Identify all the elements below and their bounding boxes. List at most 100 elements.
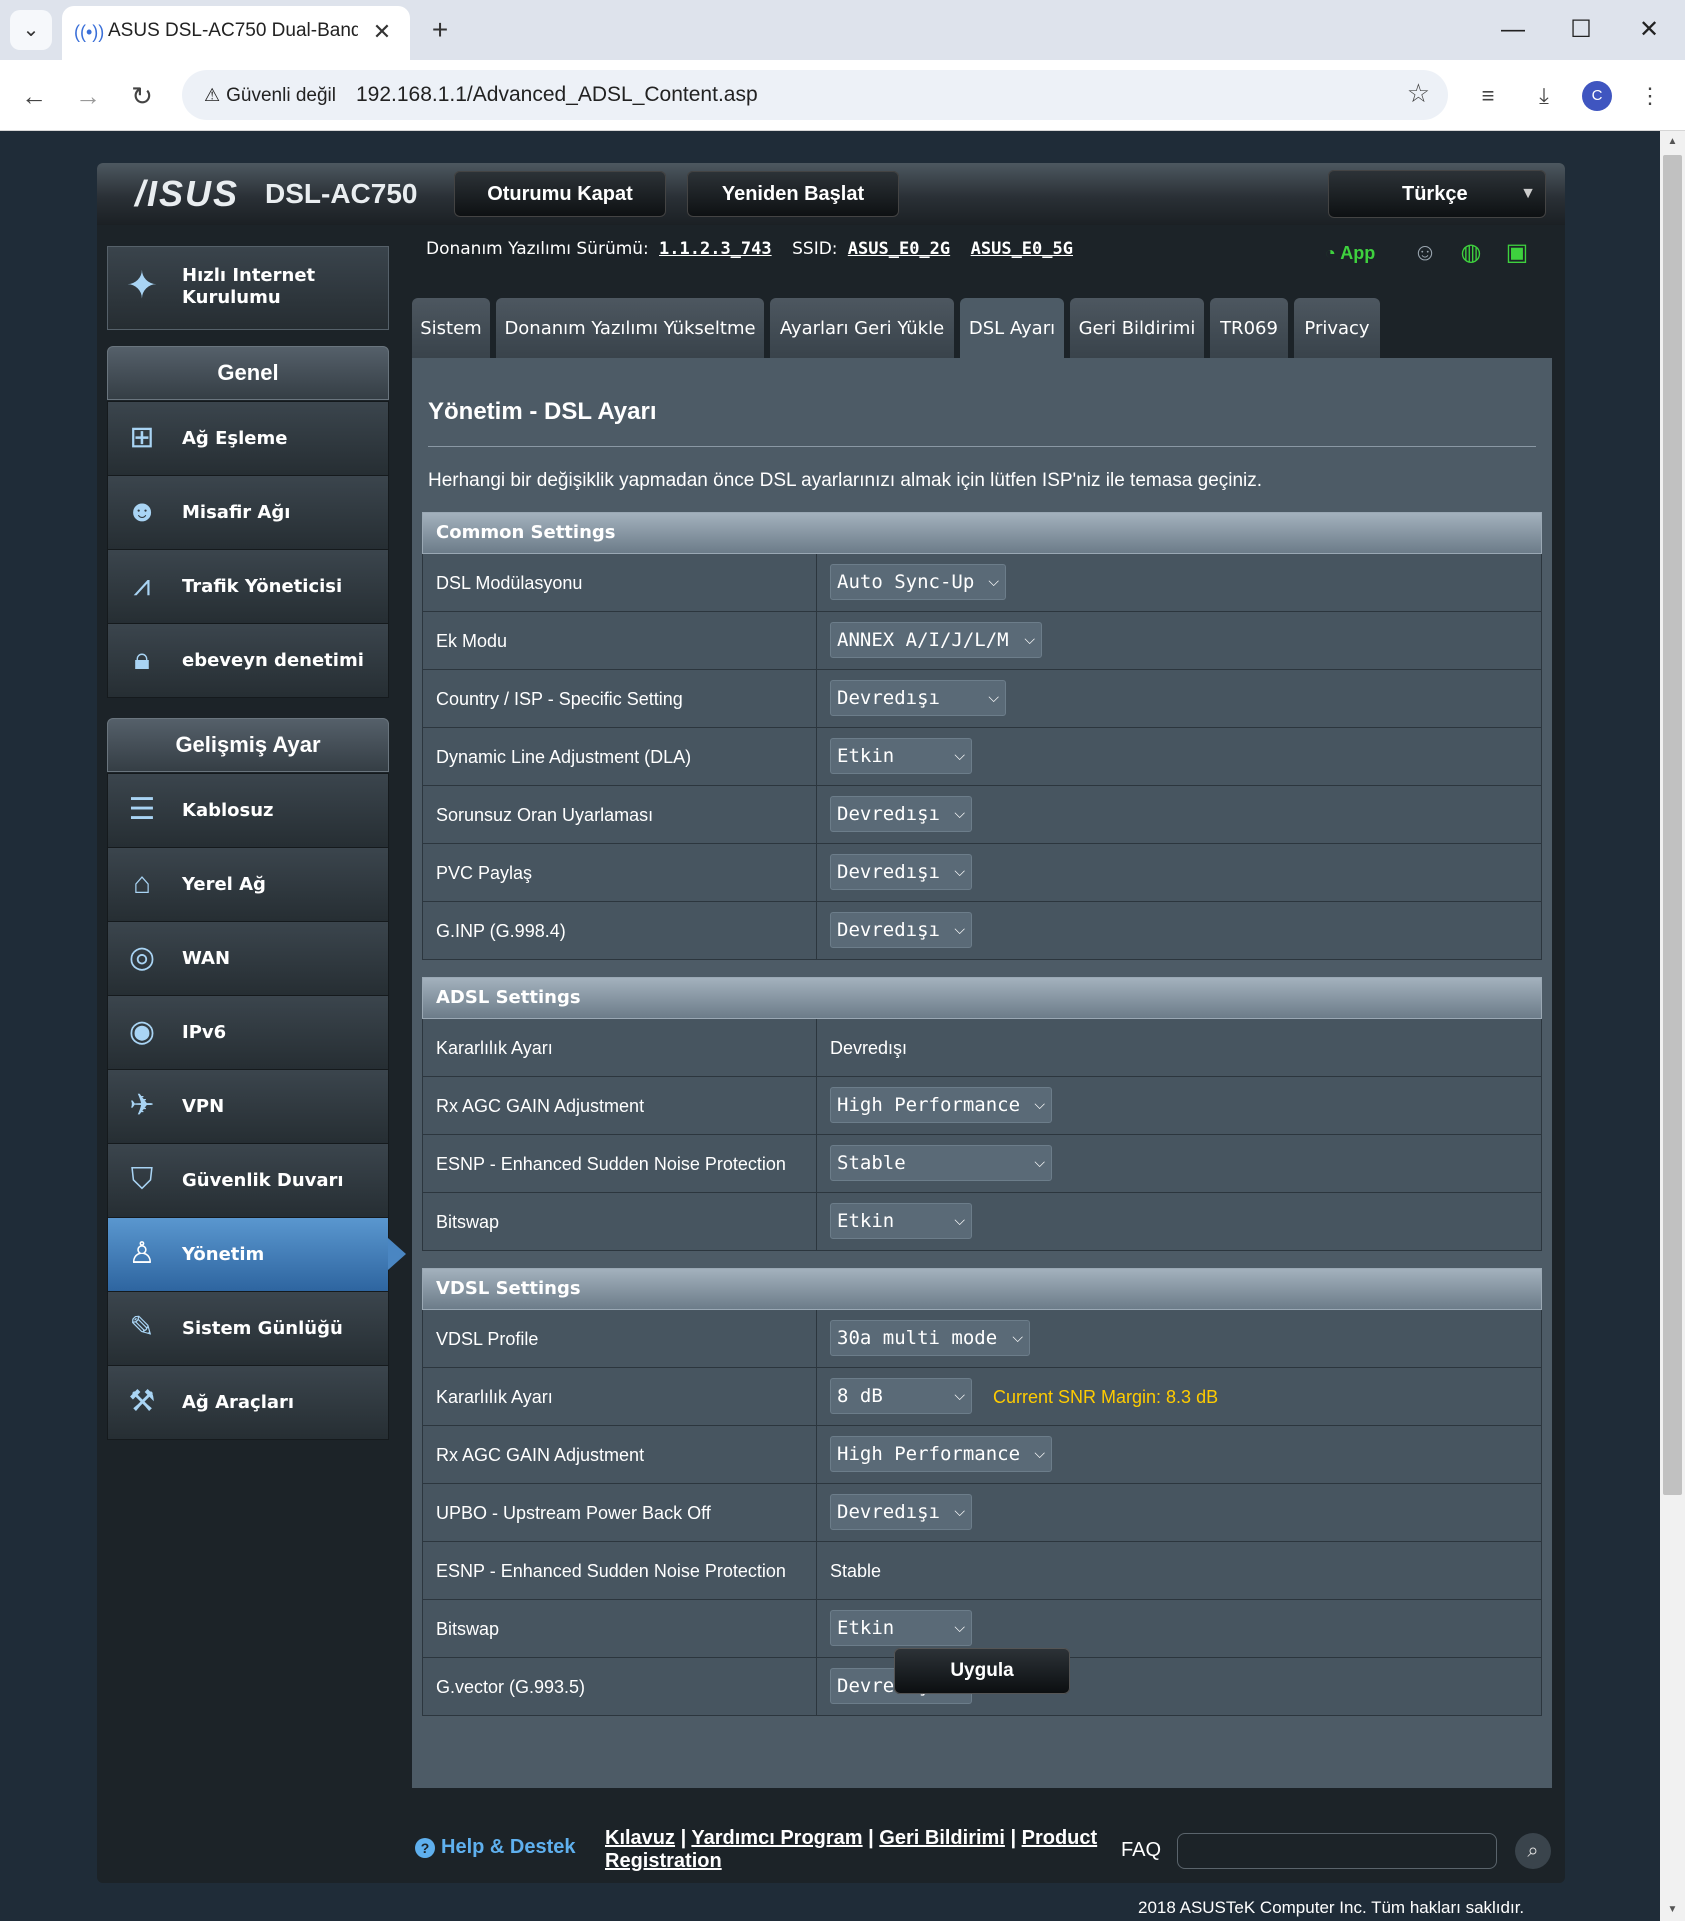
tab-system[interactable]: Sistem (412, 298, 490, 360)
utility-link[interactable]: Yardımcı Program (691, 1827, 862, 1849)
broadcast-icon: ((•)) (74, 22, 105, 42)
setting-label: ESNP - Enhanced Sudden Noise Protection (436, 1561, 786, 1581)
sidebar-item-guest-network[interactable]: ☻ Misafir Ağı (107, 475, 389, 550)
vdsl-upbo-select[interactable]: Devredışı ⌵ (830, 1494, 972, 1530)
more-menu-icon[interactable]: ⋮ (1632, 78, 1668, 114)
address-bar[interactable]: ⚠ Güvenli değil 192.168.1.1/Advanced_ADSL… (182, 70, 1448, 120)
sidebar-item-administration[interactable]: ♙ Yönetim (107, 1217, 406, 1292)
maximize-icon[interactable]: ☐ (1556, 12, 1606, 48)
sidebar-item-firewall[interactable]: ⛉ Güvenlik Duvarı (107, 1143, 389, 1218)
tab-close-icon[interactable]: ✕ (368, 18, 396, 46)
download-icon[interactable]: ⤓ (1526, 78, 1562, 114)
adsl-bitswap-select[interactable]: Etkin ⌵ (830, 1203, 972, 1239)
seamless-rate-select[interactable]: Devredışı ⌵ (830, 796, 972, 832)
chevron-down-icon: ⌵ (1034, 1097, 1045, 1113)
pvc-share-select[interactable]: Devredışı ⌵ (830, 854, 972, 890)
sidebar-item-wan[interactable]: ◎ WAN (107, 921, 389, 996)
clients-icon[interactable]: ☺ (1409, 237, 1441, 269)
footer-links: Kılavuz | Yardımcı Program | Geri Bildir… (605, 1827, 1098, 1872)
scroll-down-icon[interactable]: ▼ (1660, 1899, 1685, 1921)
vdsl-stability-select[interactable]: 8 dB ⌵ (830, 1378, 972, 1414)
manual-link[interactable]: Kılavuz (605, 1827, 675, 1849)
faq-search-input[interactable] (1177, 1833, 1497, 1869)
vdsl-bitswap-select[interactable]: Etkin ⌵ (830, 1610, 972, 1646)
browser-tab[interactable]: ((•)) ASUS DSL-AC750 Dual-Band W ✕ (62, 6, 410, 60)
sidebar-item-label: Kablosuz (182, 800, 274, 821)
title-divider (428, 446, 1536, 447)
country-isp-select[interactable]: Devredışı ⌵ (830, 680, 1006, 716)
internet-globe-icon[interactable]: ◍ (1455, 237, 1487, 269)
profile-avatar[interactable]: C (1582, 81, 1612, 111)
help-support: ? Help & Destek (415, 1836, 576, 1859)
back-icon[interactable]: ← (16, 78, 52, 114)
snr-margin-note: Current SNR Margin: 8.3 dB (993, 1387, 1219, 1407)
sidebar-item-wireless[interactable]: ☰ Kablosuz (107, 773, 389, 848)
chevron-down-icon: ⌵ (1034, 1446, 1045, 1462)
dla-select[interactable]: Etkin ⌵ (830, 738, 972, 774)
adsl-esnp-select[interactable]: Stable ⌵ (830, 1145, 1052, 1181)
sidebar-item-traffic-manager[interactable]: ⩘ Trafik Yöneticisi (107, 549, 389, 624)
annex-mode-select[interactable]: ANNEX A/I/J/L/M ⌵ (830, 622, 1042, 658)
app-link[interactable]: ◔ App (1325, 237, 1375, 269)
sidebar-item-vpn[interactable]: ✈ VPN (107, 1069, 389, 1144)
setting-value: Devredışı (830, 1038, 908, 1058)
ginp-select[interactable]: Devredışı ⌵ (830, 912, 972, 948)
tab-feedback[interactable]: Geri Bildirimi (1070, 298, 1204, 360)
help-question-icon: ? (415, 1838, 435, 1858)
adsl-rx-agc-select[interactable]: High Performance ⌵ (830, 1087, 1052, 1123)
reboot-button[interactable]: Yeniden Başlat (687, 171, 899, 217)
usb-device-icon[interactable]: ▣ (1501, 237, 1533, 269)
url-text[interactable]: 192.168.1.1/Advanced_ADSL_Content.asp (356, 83, 758, 107)
window-close-icon[interactable]: ✕ (1624, 12, 1674, 48)
tab-privacy[interactable]: Privacy (1294, 298, 1380, 360)
scroll-thumb[interactable] (1663, 155, 1682, 1495)
setting-row: Country / ISP - Specific Setting Devredış… (422, 670, 1542, 728)
sidebar-item-network-map[interactable]: ⊞ Ağ Eşleme (107, 401, 389, 476)
sidebar-item-parental-control[interactable]: 🔒︎ ebeveyn denetimi (107, 623, 389, 698)
firmware-version-link[interactable]: 1.1.2.3_743 (659, 239, 772, 259)
search-icon[interactable]: ⌕ (1515, 1833, 1551, 1869)
tab-tr069[interactable]: TR069 (1210, 298, 1288, 360)
forward-icon[interactable]: → (70, 78, 106, 114)
minimize-icon[interactable]: — (1488, 12, 1538, 48)
dsl-modulation-select[interactable]: Auto Sync-Up ⌵ (830, 564, 1006, 600)
chevron-down-icon: ⌵ (954, 864, 965, 880)
feedback-link[interactable]: Geri Bildirimi (879, 1827, 1005, 1849)
chevron-down-icon: ⌵ (954, 1388, 965, 1404)
sidebar-item-lan[interactable]: ⌂ Yerel Ağ (107, 847, 389, 922)
tab-restore-settings[interactable]: Ayarları Geri Yükle (770, 298, 954, 360)
ssid-2g-link[interactable]: ASUS_E0_2G (848, 239, 950, 259)
sidebar-item-system-log[interactable]: ✎ Sistem Günlüğü (107, 1291, 389, 1366)
tab-search-button[interactable]: ⌄ (10, 10, 52, 50)
sidebar-item-label: Ağ Eşleme (182, 428, 288, 449)
vdsl-profile-select[interactable]: 30a multi mode ⌵ (830, 1320, 1030, 1356)
chevron-down-icon: ⌵ (988, 574, 999, 590)
scroll-up-icon[interactable]: ▲ (1660, 131, 1685, 153)
reload-icon[interactable]: ↻ (124, 78, 160, 114)
setting-label: Ek Modu (436, 631, 508, 651)
language-select[interactable]: Türkçe ▼ (1328, 170, 1546, 218)
bookmark-star-icon[interactable]: ☆ (1407, 78, 1430, 109)
sidebar-item-ipv6[interactable]: ◉ IPv6 (107, 995, 389, 1070)
setting-label: ESNP - Enhanced Sudden Noise Protection (436, 1154, 786, 1174)
sidebar-item-network-tools[interactable]: ⚒ Ağ Araçları (107, 1365, 389, 1440)
sidebar-item-label: Güvenlik Duvarı (182, 1170, 344, 1191)
chevron-down-icon: ⌵ (954, 748, 965, 764)
quick-internet-setup[interactable]: ✦ Hızlı Internet Kurulumu (107, 246, 389, 330)
sidebar-item-label: Yönetim (182, 1244, 265, 1265)
tab-dsl-setting[interactable]: DSL Ayarı (960, 298, 1064, 360)
firmware-label: Donanım Yazılımı Sürümü: (426, 239, 649, 259)
chevron-down-icon: ⌵ (954, 806, 965, 822)
new-tab-button[interactable]: + (424, 14, 456, 46)
vdsl-rx-agc-select[interactable]: High Performance ⌵ (830, 1436, 1052, 1472)
apply-button[interactable]: Uygula (894, 1648, 1070, 1694)
ssid-5g-link[interactable]: ASUS_E0_5G (971, 239, 1073, 259)
security-chip[interactable]: ⚠ Güvenli değil (194, 78, 346, 112)
asus-logo: /ISUS (135, 173, 240, 214)
media-queue-icon[interactable]: ≡ (1470, 78, 1506, 114)
page-scrollbar[interactable]: ▲ ▼ (1660, 131, 1685, 1921)
tab-firmware-upgrade[interactable]: Donanım Yazılımı Yükseltme (496, 298, 764, 360)
setting-label: Dynamic Line Adjustment (DLA) (436, 747, 692, 767)
logout-button[interactable]: Oturumu Kapat (454, 171, 666, 217)
network-map-icon: ⊞ (129, 421, 155, 454)
